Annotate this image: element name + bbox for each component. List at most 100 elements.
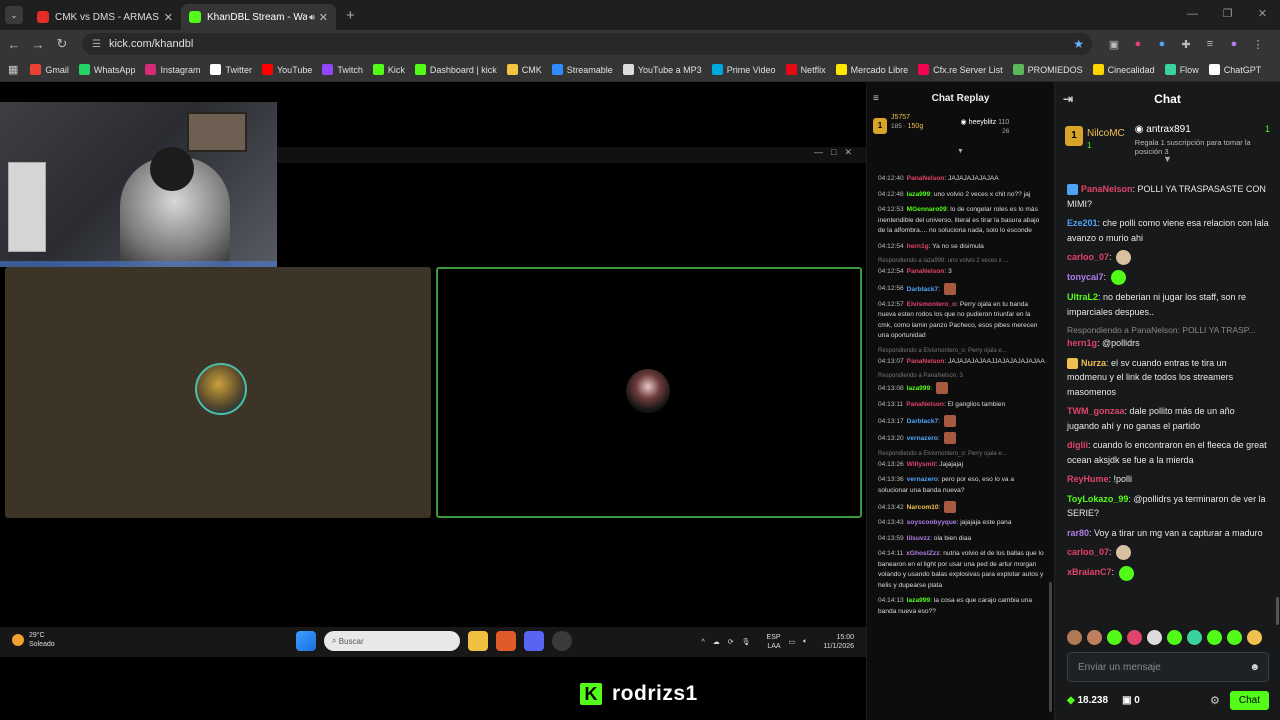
message-username[interactable]: hern1g [907,243,929,250]
new-tab-button[interactable]: + [346,7,355,24]
puzzle-icon[interactable]: ✚ [1174,38,1198,51]
tray-chevron-icon[interactable]: ^ [701,639,704,646]
extension-red-icon[interactable]: ● [1126,38,1150,51]
language-indicator[interactable]: ESP LAA [759,633,781,651]
windows-start-icon[interactable] [296,631,316,651]
emote-icon[interactable] [1187,630,1202,645]
emote-icon[interactable] [1107,630,1122,645]
message-username[interactable]: carloo_07 [1067,547,1109,557]
channel-points[interactable]: 18.238 [1067,695,1108,706]
emote-icon[interactable] [1147,630,1162,645]
bookmark-item[interactable]: Flow [1164,64,1199,75]
message-username[interactable]: soyscoobyyque [907,519,957,526]
profile-avatar[interactable]: ● [1222,38,1246,51]
restore-icon[interactable]: ❐ [1210,0,1245,28]
bookmark-item[interactable]: PROMIEDOS [1012,64,1083,75]
close-tab-icon[interactable]: ✕ [164,11,173,24]
message-username[interactable]: PanaNelson [907,175,945,182]
bookmark-item[interactable]: CMK [506,64,542,75]
emote-icon[interactable] [1067,630,1082,645]
discord-icon[interactable] [524,631,544,651]
leader-1[interactable]: 1 J5757 185 · 150g [873,114,961,154]
message-username[interactable]: ToyLokazo_99 [1067,494,1128,504]
message-username[interactable]: Nurza [1081,358,1106,368]
message-username[interactable]: diglii [1067,440,1088,450]
message-username[interactable]: carloo_07 [1067,252,1109,262]
emoji-icon[interactable]: ☻ [1249,662,1260,673]
gift-count[interactable]: ▣ 0 [1122,695,1140,706]
message-username[interactable]: PanaNelson [906,401,944,408]
message-username[interactable]: laza999 [907,597,930,604]
message-username[interactable]: PanaNelson [1081,184,1133,194]
message-username[interactable]: Willysmit [907,461,936,468]
bookmark-star-icon[interactable]: ★ [1073,37,1084,51]
sync-icon[interactable]: ⟳ [728,638,734,646]
tab-cmk-video[interactable]: CMK vs DMS - ARMAS LARGAS ✕ [29,4,181,30]
clock[interactable]: 15:00 11/1/2026 [815,633,854,651]
message-username[interactable]: xBraianC7 [1067,567,1112,577]
emote-icon[interactable] [1167,630,1182,645]
chat-scrollbar[interactable] [1276,597,1279,625]
bookmark-item[interactable]: Kick [372,64,405,75]
emote-icon[interactable] [1247,630,1262,645]
gear-icon[interactable]: ⚙ [1210,694,1220,707]
mic-icon[interactable]: 🎙︎ [742,638,751,646]
bookmark-item[interactable]: Mercado Libre [835,64,908,75]
bookmark-item[interactable]: YouTube a MP3 [622,64,702,75]
replay-scrollbar[interactable] [1049,582,1052,712]
collapse-icon[interactable]: ≡ [873,93,879,104]
send-chat-button[interactable]: Chat [1229,690,1269,710]
url-field[interactable]: ☰ kick.com/khandbl ★ [82,33,1092,55]
volume-icon[interactable]: 🔈︎ [803,638,807,646]
speaker-icon[interactable]: 🔊︎ [309,12,315,23]
message-username[interactable]: tonycai7 [1067,272,1104,282]
close-window-icon[interactable]: ✕ [1245,0,1280,28]
bookmark-item[interactable]: Netflix [785,64,826,75]
minimize-icon[interactable]: — [1175,0,1210,28]
tab-kick-stream[interactable]: KhanDBL Stream - Watch Live 🔊︎ ✕ [181,4,336,30]
message-username[interactable]: ReyHume [1067,474,1109,484]
kebab-menu-icon[interactable]: ⋮ [1246,38,1270,51]
weather-widget[interactable]: 29°C Soleado [12,631,55,649]
message-username[interactable]: hern1g [1067,338,1097,348]
bookmark-item[interactable]: Prime Video [711,64,776,75]
emote-icon[interactable] [1227,630,1242,645]
emote-icon[interactable] [1127,630,1142,645]
bookmark-item[interactable]: Twitter [210,64,252,75]
message-username[interactable]: UltraL2 [1067,292,1098,302]
video-player[interactable]: —□✕ 29°C Soleado ⌕ Buscar ^ ☁ ⟳ 🎙︎ ESP L… [0,82,866,720]
bookmark-item[interactable]: Gmail [30,64,69,75]
leader-2[interactable]: ◉ antrax891 1 Regala 1 suscripción para t… [1135,116,1270,156]
chat-message-input[interactable]: Enviar un mensaje ☻ [1067,652,1269,682]
bookmark-item[interactable]: Cinecalidad [1092,64,1155,75]
bookmark-item[interactable]: Twitch [322,64,363,75]
tab-search-icon[interactable]: ⌄ [5,6,23,24]
apps-grid-icon[interactable]: ▦ [8,63,18,76]
bookmark-item[interactable]: ChatGPT [1208,64,1261,75]
message-username[interactable]: Darblack7 [907,285,939,292]
forward-icon[interactable]: → [26,37,50,52]
close-tab-icon[interactable]: ✕ [319,11,328,24]
message-username[interactable]: TWM_gonzaa [1067,406,1125,416]
steam-icon[interactable] [552,631,572,651]
message-username[interactable]: laza999 [907,385,930,392]
message-username[interactable]: PanaNelson [907,268,945,275]
message-username[interactable]: Narcom10 [907,504,939,511]
file-explorer-icon[interactable] [468,631,488,651]
site-info-icon[interactable]: ☰ [92,39,101,50]
bookmark-item[interactable]: Dashboard | kick [414,64,497,75]
extension-blue-icon[interactable]: ● [1150,38,1174,51]
bookmark-item[interactable]: Streamable [551,64,613,75]
bookmark-item[interactable]: Cfx.re Server List [918,64,1003,75]
message-username[interactable]: Darblack7 [907,418,939,425]
message-username[interactable]: Elvismontero_o [907,301,956,308]
bookmark-item[interactable]: Instagram [145,64,200,75]
message-username[interactable]: PanaNelson [907,358,945,365]
message-username[interactable]: laza999 [907,191,930,198]
message-username[interactable]: rar80 [1067,528,1089,538]
message-username[interactable]: lilsuvzz [907,535,930,542]
bookmark-item[interactable]: YouTube [262,64,312,75]
message-username[interactable]: Eze201 [1067,218,1098,228]
leader-2[interactable]: ◉ heeyblitz 110 26 [961,118,1049,154]
message-username[interactable]: vernazero [907,476,938,483]
